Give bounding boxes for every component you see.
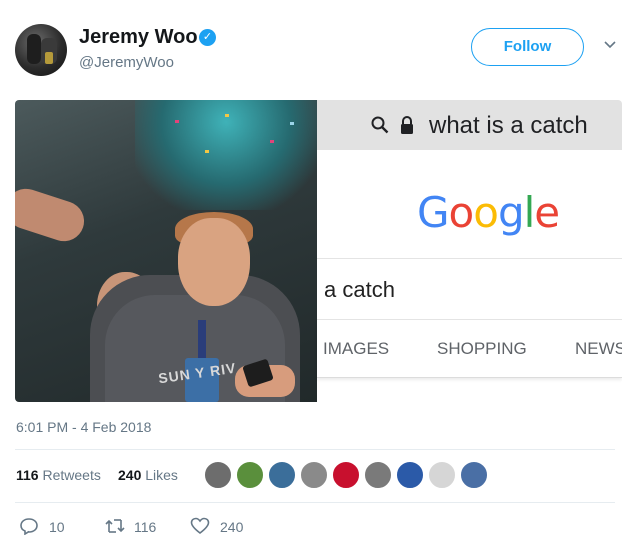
google-screenshot: what is a catch Google a catch IMAGES SH… [317, 100, 622, 402]
tab-shopping: SHOPPING [437, 339, 527, 358]
address-bar: what is a catch [317, 100, 622, 150]
lock-icon [401, 116, 413, 134]
logo-letter: g [497, 188, 525, 237]
google-logo: Google [417, 188, 560, 237]
liker-avatar[interactable] [460, 461, 488, 489]
chevron-down-icon[interactable] [603, 38, 617, 52]
retweet-count: 116 [134, 519, 157, 535]
author-handle[interactable]: @JeremyWoo [79, 54, 174, 71]
follow-button[interactable]: Follow [471, 28, 584, 66]
verified-badge-icon: ✓ [199, 29, 216, 46]
address-text: what is a catch [429, 112, 588, 139]
reply-icon [20, 518, 38, 535]
reply-count: 10 [49, 519, 65, 535]
logo-letter: l [523, 188, 536, 237]
logo-letter: o [473, 188, 499, 237]
logo-letter: G [417, 188, 450, 237]
search-icon [371, 116, 389, 134]
retweet-icon [105, 519, 125, 533]
like-count: 240 [220, 519, 244, 535]
heart-icon [190, 517, 210, 535]
liker-avatar[interactable] [396, 461, 424, 489]
liker-avatar[interactable] [300, 461, 328, 489]
liker-avatar[interactable] [364, 461, 392, 489]
tweet-header: Jeremy Woo ✓ @JeremyWoo Follow [0, 0, 630, 95]
likes-stat[interactable]: 240 Likes [118, 467, 178, 483]
liker-avatar[interactable] [268, 461, 296, 489]
liker-avatar[interactable] [428, 461, 456, 489]
tweet-media[interactable]: SUN Y RIV what is a catch Google a catch… [15, 100, 622, 402]
logo-letter: o [448, 188, 475, 237]
logo-letter: e [534, 188, 560, 237]
retweets-stat[interactable]: 116 Retweets [16, 467, 101, 483]
crowd-photo: SUN Y RIV [15, 100, 317, 402]
liker-avatar[interactable] [236, 461, 264, 489]
tab-images: IMAGES [323, 339, 390, 358]
divider [15, 502, 615, 503]
likes-label: Likes [145, 467, 178, 483]
likes-count: 240 [118, 467, 142, 483]
liker-avatar[interactable] [332, 461, 360, 489]
tab-news: NEWS [575, 339, 622, 358]
liker-avatar[interactable] [204, 461, 232, 489]
author-name[interactable]: Jeremy Woo [79, 26, 198, 49]
author-avatar[interactable] [15, 24, 67, 76]
divider [15, 449, 615, 450]
retweets-count: 116 [16, 467, 39, 483]
search-query: a catch [324, 277, 395, 302]
tweet-timestamp[interactable]: 6:01 PM - 4 Feb 2018 [16, 419, 151, 435]
retweets-label: Retweets [42, 467, 101, 483]
